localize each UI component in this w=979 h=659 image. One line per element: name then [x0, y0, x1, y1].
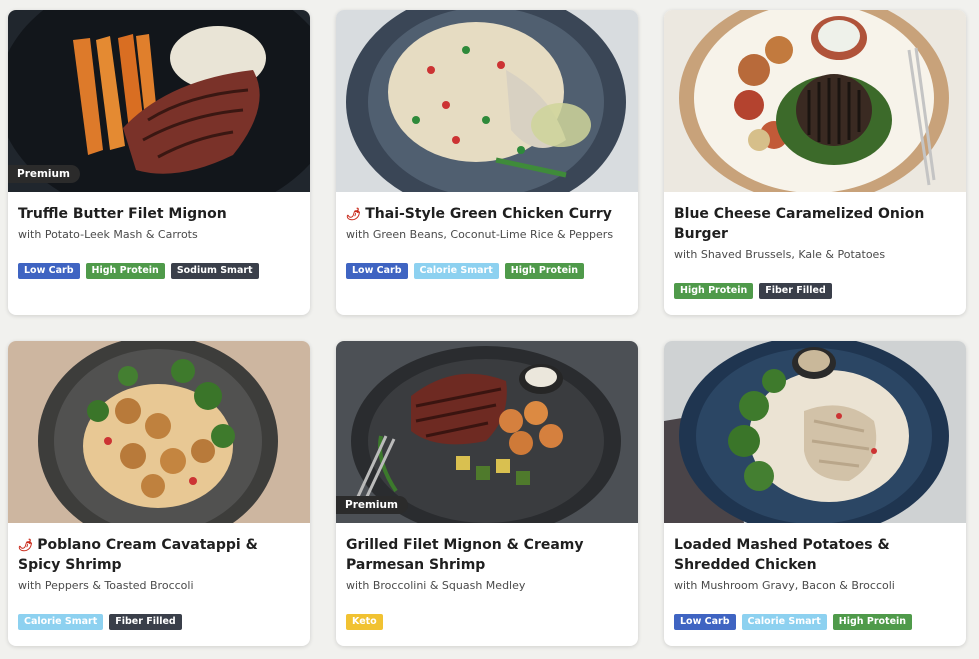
badge-high-protein: High Protein	[85, 263, 165, 279]
meal-subtitle: with Mushroom Gravy, Bacon & Broccoli	[674, 579, 895, 592]
meal-image	[664, 341, 966, 523]
meal-image	[336, 10, 638, 192]
meal-title[interactable]: 🌶 Poblano Cream Cavatappi & Spicy Shrimp	[18, 535, 300, 575]
meal-card[interactable]: Premium Grilled Filet Mignon & Creamy Pa…	[336, 341, 638, 646]
badge-calorie-smart: Calorie Smart	[18, 614, 104, 630]
meal-subtitle: with Potato-Leek Mash & Carrots	[18, 228, 198, 241]
meal-title[interactable]: 🌶 Thai-Style Green Chicken Curry	[346, 204, 628, 224]
meal-subtitle: with Broccolini & Squash Medley	[346, 579, 526, 592]
meal-card[interactable]: Premium Truffle Butter Filet Mignon with…	[8, 10, 310, 315]
badge-list: Calorie Smart Fiber Filled	[18, 614, 300, 630]
badge-high-protein: High Protein	[832, 614, 913, 630]
meal-card[interactable]: Loaded Mashed Potatoes & Shredded Chicke…	[664, 341, 966, 646]
meal-title[interactable]: Blue Cheese Caramelized Onion Burger	[674, 204, 956, 244]
badge-sodium-smart: Sodium Smart	[170, 263, 259, 279]
badge-keto: Keto	[346, 614, 383, 630]
premium-badge: Premium	[336, 496, 408, 514]
badge-calorie-smart: Calorie Smart	[413, 263, 499, 279]
meal-title[interactable]: Truffle Butter Filet Mignon	[18, 204, 300, 224]
meal-title[interactable]: Grilled Filet Mignon & Creamy Parmesan S…	[346, 535, 628, 575]
meal-image	[664, 10, 966, 192]
meal-subtitle: with Green Beans, Coconut-Lime Rice & Pe…	[346, 228, 614, 241]
badge-fiber-filled: Fiber Filled	[759, 283, 832, 299]
premium-badge: Premium	[8, 165, 80, 183]
badge-list: Low Carb Calorie Smart High Protein	[674, 614, 956, 630]
badge-low-carb: Low Carb	[674, 614, 736, 630]
meal-image	[8, 341, 310, 523]
badge-list: Low Carb Calorie Smart High Protein	[346, 263, 628, 279]
chili-pepper-icon: 🌶	[18, 538, 34, 552]
badge-high-protein: High Protein	[674, 283, 754, 299]
meal-card[interactable]: Blue Cheese Caramelized Onion Burger wit…	[664, 10, 966, 315]
badge-fiber-filled: Fiber Filled	[109, 614, 182, 630]
chili-pepper-icon: 🌶	[346, 207, 362, 221]
meal-image: Premium	[336, 341, 638, 523]
badge-list: High Protein Fiber Filled	[674, 283, 956, 299]
badge-low-carb: Low Carb	[18, 263, 80, 279]
badge-calorie-smart: Calorie Smart	[741, 614, 827, 630]
badge-high-protein: High Protein	[504, 263, 585, 279]
badge-list: Keto	[346, 614, 628, 630]
meal-subtitle: with Shaved Brussels, Kale & Potatoes	[674, 248, 886, 261]
meal-subtitle: with Peppers & Toasted Broccoli	[18, 579, 194, 592]
meal-title[interactable]: Loaded Mashed Potatoes & Shredded Chicke…	[674, 535, 956, 575]
badge-low-carb: Low Carb	[346, 263, 408, 279]
meal-image: Premium	[8, 10, 310, 192]
meal-card[interactable]: 🌶 Thai-Style Green Chicken Curry with Gre…	[336, 10, 638, 315]
badge-list: Low Carb High Protein Sodium Smart	[18, 263, 300, 279]
meal-card[interactable]: 🌶 Poblano Cream Cavatappi & Spicy Shrimp …	[8, 341, 310, 646]
